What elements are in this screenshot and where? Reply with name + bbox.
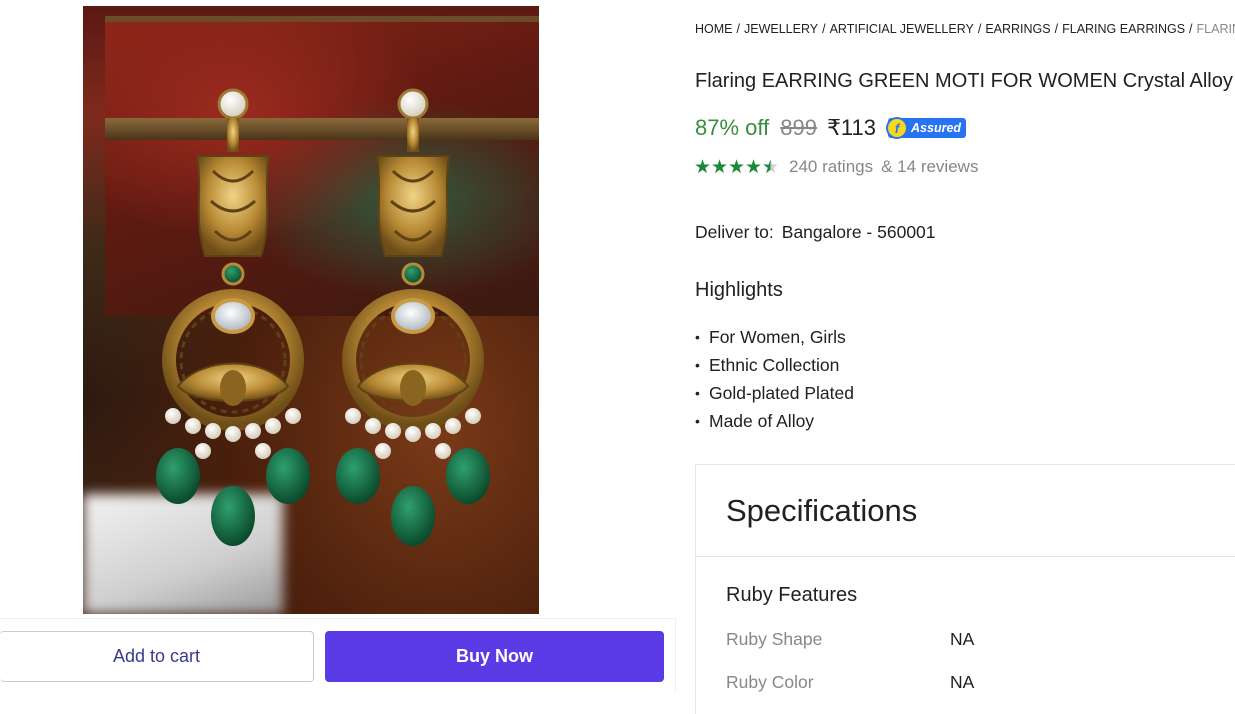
- buy-now-button[interactable]: Buy Now: [325, 631, 664, 682]
- spec-value: NA: [950, 672, 975, 692]
- spec-value: NA: [950, 629, 975, 649]
- delivery-pincode: Bangalore - 560001: [781, 222, 936, 242]
- star-icon: ★: [728, 156, 746, 178]
- bullet: •: [695, 385, 700, 401]
- earrings-illustration: [83, 6, 539, 614]
- add-to-cart-button[interactable]: Add to cart: [0, 631, 314, 682]
- highlight-text: Made of Alloy: [709, 411, 815, 431]
- highlight-text: For Women, Girls: [709, 327, 846, 347]
- breadcrumb: HOME / JEWELLERY / ARTIFICIAL JEWELLERY / EARR…: [695, 22, 1235, 36]
- highlight-text: Ethnic Collection: [709, 355, 840, 375]
- highlight-item: • Ethnic Collection: [695, 351, 854, 379]
- highlight-text: Gold-plated Plated: [709, 383, 854, 403]
- product-image[interactable]: [83, 6, 539, 614]
- breadcrumb-jewellery[interactable]: JEWELLERY: [744, 22, 818, 36]
- spec-group-title: Ruby Features: [726, 584, 858, 606]
- highlight-item: • Made of Alloy: [695, 407, 854, 435]
- spec-key: Ruby Color: [726, 672, 814, 692]
- assured-label: Assured: [911, 121, 962, 135]
- star-half-icon: ★: [762, 156, 780, 178]
- breadcrumb-home[interactable]: HOME: [695, 22, 733, 36]
- star-icon: ★: [711, 156, 729, 178]
- delivery-location[interactable]: Deliver to: Bangalore - 560001: [695, 222, 936, 243]
- bullet: •: [695, 357, 700, 373]
- highlights-list: • For Women, Girls • Ethnic Collection • Go…: [695, 323, 854, 435]
- star-icon: ★: [745, 156, 763, 178]
- bullet: •: [695, 329, 700, 345]
- spec-key: Ruby Shape: [726, 629, 823, 649]
- product-title: Flaring EARRING GREEN MOTI FOR WOMEN Cry…: [695, 70, 1233, 92]
- spec-row-ruby-color: Ruby Color NA: [726, 672, 974, 693]
- ratings-count: 240 ratings: [789, 157, 874, 176]
- ratings-reviews-link[interactable]: 240 ratings & 14 reviews: [789, 157, 978, 177]
- bullet: •: [695, 413, 700, 429]
- spec-row-ruby-shape: Ruby Shape NA: [726, 629, 974, 650]
- breadcrumb-separator: /: [822, 22, 826, 36]
- highlight-item: • Gold-plated Plated: [695, 379, 854, 407]
- breadcrumb-separator: /: [736, 22, 740, 36]
- delivery-label: Deliver to:: [695, 222, 774, 242]
- breadcrumb-earrings[interactable]: EARRINGS: [985, 22, 1050, 36]
- breadcrumb-separator: /: [977, 22, 982, 36]
- rating-row: ★ ★ ★ ★ ★ 240 ratings & 14 reviews: [694, 156, 978, 178]
- highlights-title: Highlights: [695, 279, 783, 301]
- breadcrumb-artificial-jewellery[interactable]: ARTIFICIAL JEWELLERY: [830, 22, 974, 36]
- specifications-title: Specifications: [696, 465, 1235, 557]
- flipkart-assured-icon: f: [886, 117, 909, 139]
- breadcrumb-current: FLARING: [1196, 22, 1235, 36]
- selling-price: ₹113: [826, 115, 877, 140]
- discount-percent: 87% off: [695, 115, 770, 140]
- original-price: 899: [780, 115, 817, 140]
- price-row: 87% off 899 ₹113 f Assured: [695, 114, 967, 142]
- star-icon: ★: [694, 156, 712, 178]
- breadcrumb-separator: /: [1189, 22, 1193, 36]
- breadcrumb-flaring-earrings[interactable]: FLARING EARRINGS: [1062, 22, 1185, 36]
- assured-badge[interactable]: f Assured: [886, 117, 967, 139]
- specifications-card: Specifications Ruby Features Ruby Shape N…: [695, 464, 1235, 714]
- highlight-item: • For Women, Girls: [695, 323, 854, 351]
- reviews-count: & 14 reviews: [881, 157, 979, 176]
- star-rating: ★ ★ ★ ★ ★: [694, 158, 779, 177]
- breadcrumb-separator: /: [1054, 22, 1059, 36]
- action-bar: Add to cart Buy Now: [0, 618, 676, 692]
